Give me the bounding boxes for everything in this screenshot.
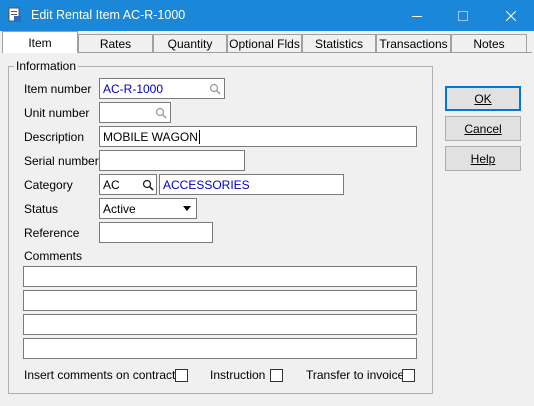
status-label: Status bbox=[24, 202, 59, 216]
tab-transactions[interactable]: Transactions bbox=[376, 34, 451, 52]
comment-line-4[interactable] bbox=[23, 338, 417, 359]
instruction-checkbox[interactable] bbox=[270, 369, 283, 382]
category-label: Category bbox=[24, 178, 73, 192]
category-name-value: ACCESSORIES bbox=[163, 177, 250, 192]
item-number-value: AC-R-1000 bbox=[103, 81, 164, 96]
maximize-icon bbox=[458, 10, 468, 21]
transfer-to-invoice-label: Transfer to invoice bbox=[306, 368, 405, 382]
search-icon bbox=[155, 107, 167, 119]
chevron-down-icon bbox=[183, 206, 191, 211]
comment-line-1[interactable] bbox=[23, 266, 417, 287]
cancel-button[interactable]: Cancel bbox=[445, 116, 521, 141]
description-label: Description bbox=[24, 130, 85, 144]
description-value: MOBILE WAGON bbox=[103, 129, 198, 144]
comment-line-2[interactable] bbox=[23, 290, 417, 311]
insert-comments-label: Insert comments on contracts bbox=[24, 368, 182, 382]
transfer-to-invoice-checkbox[interactable] bbox=[402, 369, 415, 382]
help-button-label: Help bbox=[470, 151, 496, 166]
instruction-label: Instruction bbox=[210, 368, 266, 382]
comments-label: Comments bbox=[24, 249, 83, 263]
status-value: Active bbox=[103, 201, 136, 216]
close-icon bbox=[506, 10, 516, 21]
category-lookup-button[interactable] bbox=[138, 175, 157, 194]
maximize-button[interactable] bbox=[440, 0, 486, 31]
tab-quantity[interactable]: Quantity bbox=[153, 34, 227, 52]
search-icon bbox=[209, 83, 221, 95]
tab-panel-border bbox=[2, 52, 532, 53]
cancel-button-label: Cancel bbox=[464, 121, 502, 136]
minimize-button[interactable] bbox=[394, 0, 440, 31]
unit-number-lookup-button[interactable] bbox=[151, 103, 170, 122]
search-icon bbox=[142, 179, 154, 191]
category-name-field: ACCESSORIES bbox=[159, 174, 344, 195]
item-number-label: Item number bbox=[24, 82, 92, 96]
window-title: Edit Rental Item AC-R-1000 bbox=[31, 8, 186, 22]
unit-number-label: Unit number bbox=[24, 106, 90, 120]
information-group-label: Information bbox=[14, 59, 79, 73]
text-cursor bbox=[198, 129, 200, 144]
minimize-icon bbox=[412, 15, 422, 17]
item-number-lookup-button[interactable] bbox=[205, 79, 224, 98]
comment-line-3[interactable] bbox=[23, 314, 417, 335]
tab-optional-flds[interactable]: Optional Flds bbox=[227, 34, 302, 52]
ok-button[interactable]: OK bbox=[445, 86, 521, 111]
close-button[interactable] bbox=[488, 0, 534, 31]
reference-label: Reference bbox=[24, 226, 80, 240]
category-code-value: AC bbox=[103, 177, 120, 192]
document-app-icon bbox=[8, 7, 21, 22]
tab-item[interactable]: Item bbox=[2, 31, 78, 53]
tab-statistics[interactable]: Statistics bbox=[302, 34, 376, 52]
tab-notes[interactable]: Notes bbox=[451, 34, 527, 52]
tab-rates[interactable]: Rates bbox=[78, 34, 153, 52]
title-bar[interactable]: Edit Rental Item AC-R-1000 bbox=[0, 0, 534, 31]
status-dropdown-button[interactable] bbox=[178, 199, 196, 218]
serial-number-label: Serial number bbox=[24, 154, 99, 168]
description-field[interactable]: MOBILE WAGON bbox=[99, 126, 417, 147]
serial-number-field[interactable] bbox=[99, 150, 245, 171]
help-button[interactable]: Help bbox=[445, 146, 521, 171]
ok-button-label: OK bbox=[474, 91, 492, 106]
insert-comments-checkbox[interactable] bbox=[175, 369, 188, 382]
reference-field[interactable] bbox=[99, 222, 213, 243]
